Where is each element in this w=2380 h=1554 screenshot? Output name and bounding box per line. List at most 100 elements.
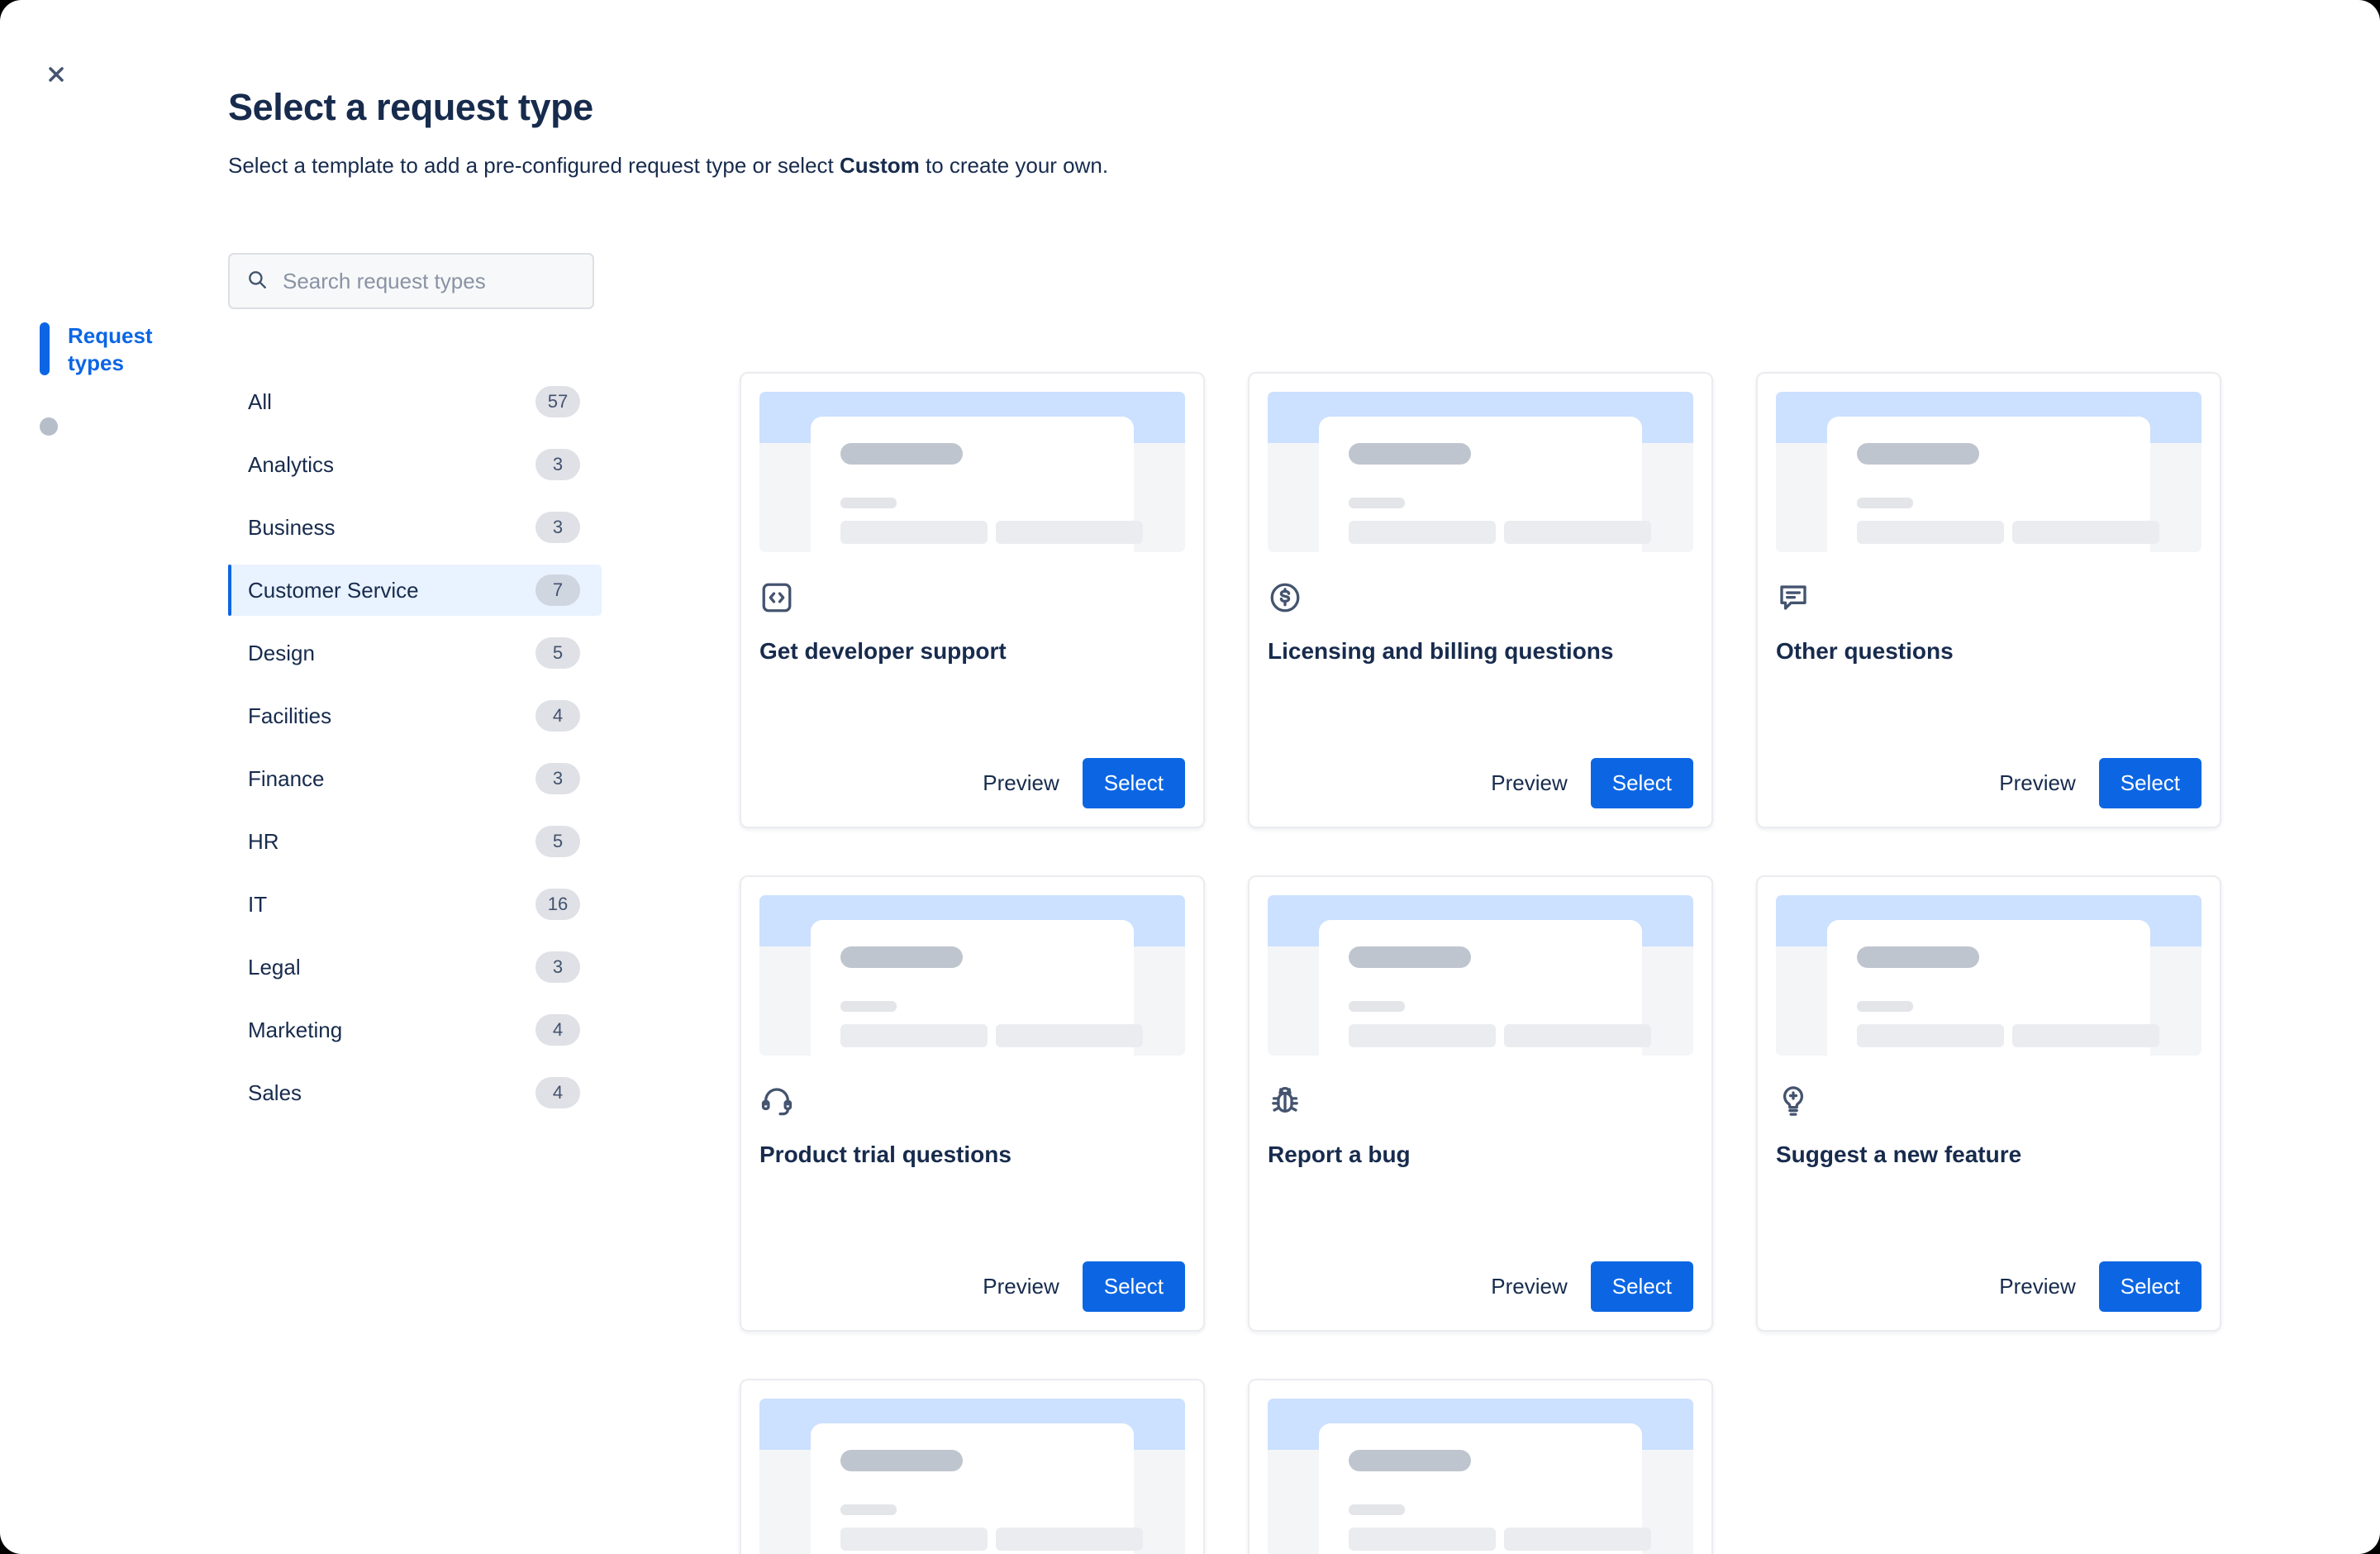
request-type-card[interactable]: Suggest a new feature Preview Select: [1756, 875, 2221, 1332]
request-type-card[interactable]: Licensing and billing questions Preview Se…: [1248, 372, 1713, 828]
card-thumbnail-skeleton: [1268, 1399, 1693, 1554]
preview-button[interactable]: Preview: [966, 759, 1075, 808]
skeleton-field-1: [1857, 1024, 2004, 1047]
category-item-all[interactable]: All 57: [228, 376, 602, 427]
request-type-card[interactable]: [1248, 1379, 1713, 1554]
page-subtitle: Select a template to add a pre-configure…: [228, 150, 1108, 180]
category-list: All 57 Analytics 3 Business 3 Customer Service…: [228, 376, 602, 1130]
skeleton-field-1: [840, 1528, 988, 1551]
card-title: Get developer support: [759, 638, 1007, 664]
select-button[interactable]: Select: [2098, 1261, 2202, 1312]
preview-button[interactable]: Preview: [966, 1262, 1075, 1311]
close-icon[interactable]: [33, 51, 79, 98]
skeleton-title-bar: [840, 946, 963, 968]
card-thumbnail-skeleton: [1776, 392, 2202, 552]
category-count-badge: 57: [536, 386, 580, 417]
skeleton-label-1: [1857, 1001, 1913, 1012]
skeleton-field-2: [2012, 521, 2159, 544]
select-button[interactable]: Select: [2098, 758, 2202, 808]
category-item-legal[interactable]: Legal 3: [228, 941, 602, 993]
card-title: Suggest a new feature: [1776, 1142, 2022, 1167]
thumbnail-sheet: [1319, 1423, 1651, 1554]
request-type-card-grid: Get developer support Preview Select Licens…: [740, 372, 2235, 1554]
skeleton-field-1: [1857, 521, 2004, 544]
stepper-active-bar: [40, 322, 50, 375]
category-count-badge: 16: [536, 889, 580, 920]
category-item-sales[interactable]: Sales 4: [228, 1067, 602, 1118]
card-actions: Preview Select: [1776, 1261, 2202, 1312]
preview-button[interactable]: Preview: [1983, 759, 2092, 808]
category-count-badge: 3: [536, 512, 580, 543]
category-label: Facilities: [248, 703, 332, 728]
thumbnail-sheet: [1319, 920, 1651, 1056]
comment-icon: [1776, 580, 1811, 615]
request-type-card[interactable]: Get developer support Preview Select: [740, 372, 1205, 828]
skeleton-field-2: [2012, 1024, 2159, 1047]
category-label: HR: [248, 828, 279, 854]
skeleton-label-1: [1349, 1001, 1405, 1012]
category-item-hr[interactable]: HR 5: [228, 816, 602, 867]
search-input[interactable]: [281, 267, 576, 295]
card-actions: Preview Select: [1776, 758, 2202, 808]
stepper-rail: Request types: [40, 322, 213, 378]
skeleton-label-1: [1349, 1504, 1405, 1515]
stepper-step-label: Request types: [68, 323, 153, 376]
card-actions: Preview Select: [759, 1261, 1185, 1312]
skeleton-field-2: [1504, 1528, 1651, 1551]
category-item-analytics[interactable]: Analytics 3: [228, 439, 602, 490]
category-count-badge: 3: [536, 763, 580, 794]
card-title: Report a bug: [1268, 1142, 1411, 1167]
page-header: Select a request type Select a template …: [228, 86, 1108, 180]
category-item-business[interactable]: Business 3: [228, 502, 602, 553]
thumbnail-sheet: [1827, 920, 2159, 1056]
request-type-card[interactable]: Other questions Preview Select: [1756, 372, 2221, 828]
select-button[interactable]: Select: [1590, 758, 1693, 808]
request-type-picker-page: Select a request type Select a template …: [0, 0, 2380, 1554]
skeleton-title-bar: [840, 443, 963, 465]
card-title: Licensing and billing questions: [1268, 638, 1614, 664]
card-title: Product trial questions: [759, 1142, 1011, 1167]
category-item-design[interactable]: Design 5: [228, 627, 602, 679]
category-item-customer-service[interactable]: Customer Service 7: [228, 565, 602, 616]
page-title: Select a request type: [228, 86, 593, 128]
skeleton-field-2: [996, 1528, 1143, 1551]
skeleton-field-2: [1504, 521, 1651, 544]
select-button[interactable]: Select: [1082, 758, 1185, 808]
thumbnail-sheet: [811, 417, 1143, 552]
select-button[interactable]: Select: [1590, 1261, 1693, 1312]
category-label: Finance: [248, 765, 325, 791]
thumbnail-sheet: [1827, 417, 2159, 552]
category-count-badge: 7: [536, 574, 580, 606]
skeleton-field-1: [1349, 521, 1496, 544]
card-title: Other questions: [1776, 638, 1954, 664]
skeleton-field-2: [996, 521, 1143, 544]
preview-button[interactable]: Preview: [1474, 1262, 1583, 1311]
card-thumbnail-skeleton: [1776, 895, 2202, 1056]
category-label: Marketing: [248, 1017, 343, 1042]
category-item-it[interactable]: IT 16: [228, 879, 602, 930]
skeleton-field-1: [1349, 1528, 1496, 1551]
preview-button[interactable]: Preview: [1474, 759, 1583, 808]
category-item-facilities[interactable]: Facilities 4: [228, 690, 602, 741]
category-item-finance[interactable]: Finance 3: [228, 753, 602, 804]
subtitle-part-2: to create your own.: [919, 152, 1109, 178]
skeleton-field-2: [1504, 1024, 1651, 1047]
skeleton-field-2: [996, 1024, 1143, 1047]
request-type-card[interactable]: Product trial questions Preview Select: [740, 875, 1205, 1332]
request-type-card[interactable]: Report a bug Preview Select: [1248, 875, 1713, 1332]
category-item-marketing[interactable]: Marketing 4: [228, 1004, 602, 1056]
subtitle-custom-emphasis: Custom: [839, 152, 920, 178]
stepper-step-request-types[interactable]: Request types: [40, 322, 213, 378]
skeleton-label-1: [840, 498, 897, 508]
thumbnail-sheet: [811, 920, 1143, 1056]
category-label: All: [248, 388, 272, 414]
category-count-badge: 5: [536, 826, 580, 857]
search-request-types: [228, 253, 594, 309]
request-type-card[interactable]: [740, 1379, 1205, 1554]
skeleton-label-1: [840, 1504, 897, 1515]
category-count-badge: 4: [536, 700, 580, 732]
select-button[interactable]: Select: [1082, 1261, 1185, 1312]
stepper-step-dot[interactable]: [40, 417, 58, 436]
search-box[interactable]: [228, 253, 594, 309]
preview-button[interactable]: Preview: [1983, 1262, 2092, 1311]
